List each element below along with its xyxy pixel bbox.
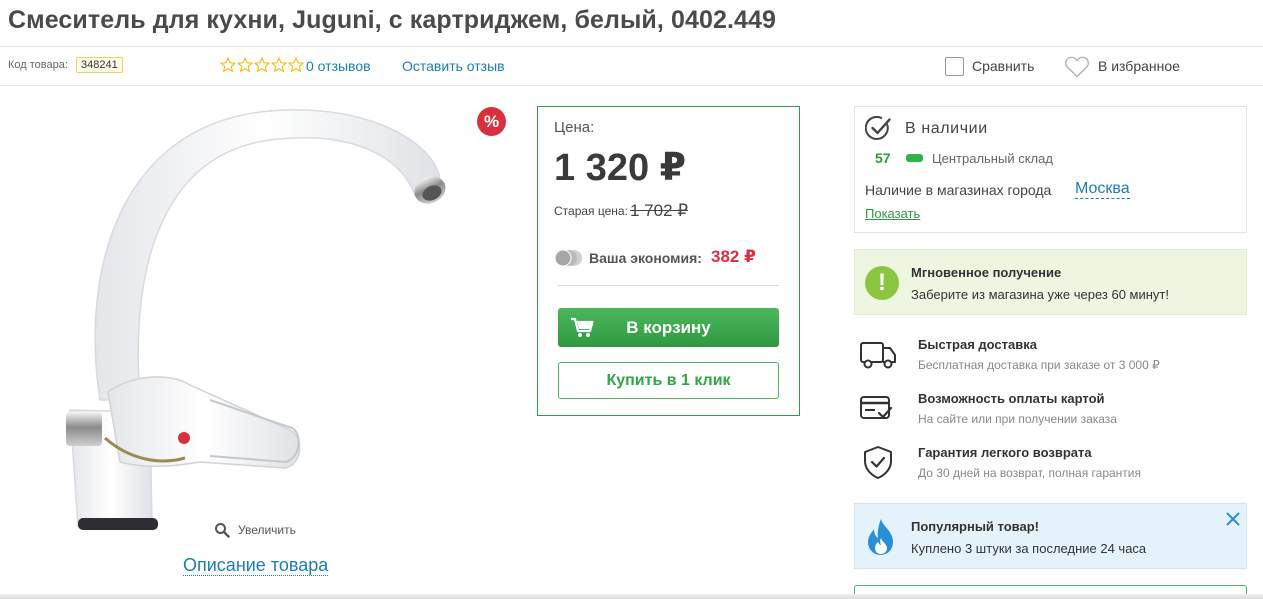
feature-card-payment: Возможность оплаты картой На сайте или п… (854, 391, 1247, 441)
compare-label[interactable]: Сравнить (972, 58, 1034, 74)
feature-title: Быстрая доставка (918, 337, 1037, 352)
feature-text: До 30 дней на возврат, полная гарантия (918, 466, 1142, 480)
feature-return: Гарантия легкого возврата До 30 дней на … (854, 445, 1247, 495)
horizontal-scrollbar[interactable] (0, 594, 1263, 599)
price-label: Цена: (554, 119, 595, 136)
star-icon[interactable] (237, 57, 253, 73)
description-link[interactable]: Описание товара (183, 555, 329, 576)
stock-count: 57 (875, 150, 891, 166)
warehouse-name: Центральный склад (932, 151, 1053, 166)
add-to-cart-button[interactable]: В корзину (558, 308, 779, 347)
stock-box: В наличии 57 Центральный склад Наличие в… (854, 106, 1247, 233)
star-icon[interactable] (271, 57, 287, 73)
city-availability-label: Наличие в магазинах города (865, 182, 1052, 198)
heart-icon[interactable] (1064, 55, 1090, 79)
shield-icon (864, 446, 892, 479)
stock-status: В наличии (905, 120, 988, 137)
old-price-label: Старая цена: (554, 204, 628, 218)
old-price: 1 702 ₽ (630, 201, 689, 220)
magnifier-icon[interactable] (214, 522, 230, 538)
sku-value: 348241 (76, 57, 123, 73)
coins-icon (554, 249, 582, 267)
fire-icon (868, 519, 893, 555)
show-stores-link[interactable]: Показать (865, 206, 920, 221)
compare-checkbox[interactable] (945, 57, 964, 76)
cart-button-label: В корзину (626, 318, 711, 337)
instant-text: Заберите из магазина уже через 60 минут! (911, 287, 1169, 302)
popular-text: Куплено 3 штуки за последние 24 часа (911, 541, 1147, 556)
buy-one-click-button[interactable]: Купить в 1 клик (558, 362, 779, 399)
truck-icon (860, 342, 896, 369)
feature-text: На сайте или при получении заказа (918, 412, 1117, 426)
product-meta-bar: Код товара: 348241 0 отзывов Оставить от… (0, 46, 1263, 86)
feature-title: Возможность оплаты картой (918, 391, 1105, 406)
star-icon[interactable] (288, 57, 304, 73)
popular-title: Популярный товар! (911, 519, 1039, 534)
rating-stars[interactable] (220, 57, 304, 73)
savings-label: Ваша экономия: (589, 250, 702, 266)
divider (558, 285, 779, 286)
close-icon[interactable] (1225, 511, 1241, 527)
reviews-link[interactable]: 0 отзывов (306, 58, 371, 74)
instant-title: Мгновенное получение (911, 265, 1062, 280)
price-box: Цена: 1 320 ₽ Старая цена: 1 702 ₽ Ваша … (537, 106, 800, 416)
favorite-label[interactable]: В избранное (1098, 58, 1180, 74)
feature-text: Бесплатная доставка при заказе от 3 000 … (918, 358, 1160, 372)
zoom-label[interactable]: Увеличить (238, 523, 296, 537)
product-title: Смеситель для кухни, Juguni, с картридже… (8, 6, 777, 34)
discount-badge: % (477, 107, 506, 136)
city-select-link[interactable]: Москва (1075, 180, 1130, 199)
product-image[interactable] (60, 100, 460, 540)
savings-value: 382 ₽ (711, 247, 756, 266)
star-icon[interactable] (220, 57, 236, 73)
card-icon (860, 396, 893, 419)
star-icon[interactable] (254, 57, 270, 73)
stock-indicator (906, 154, 923, 162)
sku-label: Код товара: (8, 59, 68, 71)
feature-delivery: Быстрая доставка Бесплатная доставка при… (854, 337, 1247, 387)
exclamation-icon: ! (865, 266, 899, 300)
instant-pickup-banner: ! Мгновенное получение Заберите из магаз… (854, 249, 1247, 315)
check-circle-icon (865, 115, 891, 140)
current-price: 1 320 ₽ (554, 147, 687, 189)
leave-review-link[interactable]: Оставить отзыв (402, 58, 505, 74)
popular-product-banner: Популярный товар! Куплено 3 штуки за пос… (854, 503, 1247, 569)
feature-title: Гарантия легкого возврата (918, 445, 1092, 460)
